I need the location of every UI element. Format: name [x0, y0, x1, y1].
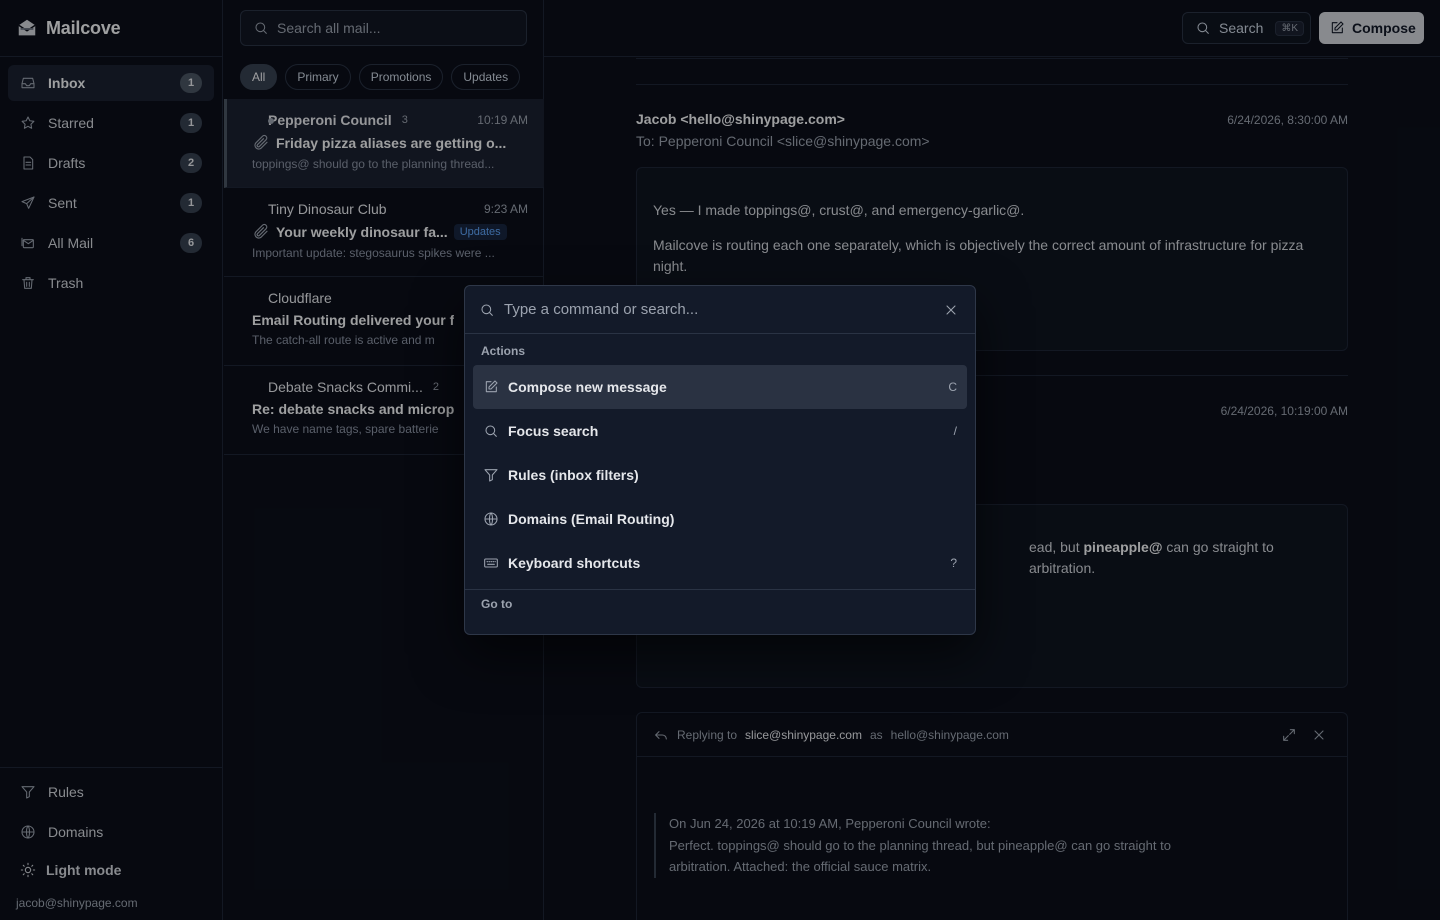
command-label: Compose new message: [508, 379, 667, 395]
command-label: Keyboard shortcuts: [508, 555, 641, 571]
search-icon: [481, 303, 493, 316]
search-icon: [485, 425, 497, 437]
command-shortcut: C: [948, 380, 957, 394]
command-shortcut: ?: [950, 556, 957, 570]
command-palette: Actions Compose new message C Focus sear…: [464, 285, 976, 635]
compose-icon: [485, 380, 498, 393]
keyboard-icon: [484, 558, 498, 568]
command-domains[interactable]: Domains (Email Routing): [473, 497, 967, 541]
command-label: Focus search: [508, 423, 599, 439]
command-search-bar: [465, 286, 975, 334]
command-label: Domains (Email Routing): [508, 511, 675, 527]
actions-group: Actions Compose new message C Focus sear…: [465, 334, 975, 585]
command-rules[interactable]: Rules (inbox filters): [473, 453, 967, 497]
command-search-input[interactable]: [504, 301, 934, 318]
command-focus-search[interactable]: Focus search /: [473, 409, 967, 453]
command-label: Rules (inbox filters): [508, 467, 639, 483]
command-keyboard-shortcuts[interactable]: Keyboard shortcuts ?: [473, 541, 967, 585]
group-title-actions: Actions: [481, 344, 526, 358]
command-compose-new-message[interactable]: Compose new message C: [473, 365, 967, 409]
close-icon: [946, 304, 956, 315]
command-shortcut: /: [953, 424, 957, 438]
globe-icon: [484, 512, 498, 526]
filter-icon: [484, 469, 498, 482]
close-palette-button[interactable]: [943, 302, 959, 318]
group-title-go-to: Go to: [481, 597, 513, 611]
